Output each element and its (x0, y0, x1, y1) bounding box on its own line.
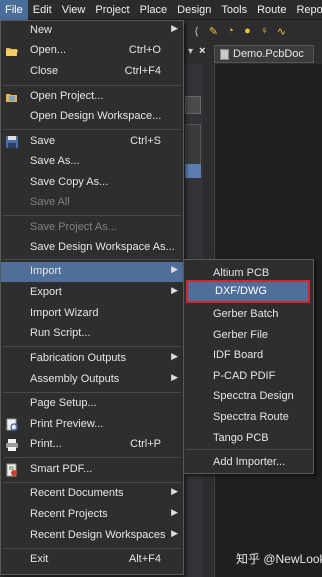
menu-item-save-design-workspace-as[interactable]: Save Design Workspace As... (1, 238, 183, 258)
menu-divider (3, 346, 181, 347)
pin-tool-icon[interactable]: ● (241, 25, 254, 38)
panel-list (185, 124, 201, 168)
menu-item-page-setup[interactable]: Page Setup... (1, 394, 183, 414)
compass-icon[interactable]: ◔ (224, 25, 237, 38)
menu-bar: File Edit View Project Place Design Tool… (0, 0, 322, 20)
menu-item-import-wizard[interactable]: Import Wizard (1, 304, 183, 324)
menu-item-print[interactable]: Print... Ctrl+P (1, 435, 183, 455)
submenu-item-tango-pcb[interactable]: Tango PCB (184, 428, 313, 448)
menu-item-assembly-outputs[interactable]: Assembly Outputs ▶ (1, 370, 183, 390)
submenu-item-gerber-batch[interactable]: Gerber Batch (184, 304, 313, 324)
panel-control[interactable] (185, 96, 201, 114)
menu-route[interactable]: Route (252, 0, 291, 20)
menu-item-import[interactable]: Import ▶ (1, 262, 183, 282)
menu-divider (3, 215, 181, 216)
menu-item-open[interactable]: Open... Ctrl+O (1, 41, 183, 61)
menu-item-fabrication-outputs[interactable]: Fabrication Outputs ▶ (1, 349, 183, 369)
menu-item-new[interactable]: New ▶ (1, 21, 183, 41)
toolbar: ⟨ ✎ ◔ ● ♀ ∿ (190, 22, 322, 40)
menu-tools[interactable]: Tools (216, 0, 252, 20)
menu-reports[interactable]: Repo (291, 0, 322, 20)
menu-item-recent-documents[interactable]: Recent Documents ▶ (1, 484, 183, 504)
menu-view[interactable]: View (57, 0, 91, 20)
submenu-arrow-icon: ▶ (171, 23, 178, 33)
menu-divider (186, 449, 311, 450)
menu-item-export[interactable]: Export ▶ (1, 283, 183, 303)
import-submenu: Altium PCB DXF/DWG Gerber Batch Gerber F… (183, 259, 314, 474)
menu-divider (3, 457, 181, 458)
menu-item-save-project-as: Save Project As... (30, 221, 117, 233)
smart-pdf-icon (6, 463, 17, 477)
menu-place[interactable]: Place (135, 0, 173, 20)
submenu-item-add-importer[interactable]: Add Importer... (184, 452, 313, 472)
menu-item-recent-design-workspaces[interactable]: Recent Design Workspaces ▶ (1, 526, 183, 546)
menu-divider (3, 482, 181, 483)
save-disk-icon (6, 136, 18, 148)
route-icon[interactable]: ∿ (275, 25, 288, 38)
submenu-arrow-icon: ▶ (171, 372, 178, 382)
printer-icon (6, 439, 18, 451)
submenu-item-gerber-file[interactable]: Gerber File (184, 325, 313, 345)
pcb-document-icon (220, 48, 229, 60)
submenu-item-specctra-design[interactable]: Specctra Design (184, 386, 313, 406)
open-project-icon (6, 94, 17, 102)
menu-item-run-script[interactable]: Run Script... (1, 324, 183, 344)
menu-divider (3, 85, 181, 86)
menu-divider (3, 548, 181, 549)
submenu-arrow-icon: ▶ (171, 486, 178, 496)
tab-demo-pcbdoc[interactable]: Demo.PcbDoc (214, 45, 314, 63)
tab-label: Demo.PcbDoc (233, 48, 304, 60)
close-icon[interactable]: × (199, 45, 205, 57)
menu-item-recent-projects[interactable]: Recent Projects ▶ (1, 505, 183, 525)
submenu-item-idf-board[interactable]: IDF Board (184, 345, 313, 365)
menu-item-open-design-workspace[interactable]: Open Design Workspace... (1, 107, 183, 127)
menu-item-save-copy-as[interactable]: Save Copy As... (1, 173, 183, 193)
menu-project[interactable]: Project (90, 0, 134, 20)
submenu-item-dxf-dwg[interactable]: DXF/DWG (186, 280, 310, 303)
print-preview-icon (6, 418, 18, 431)
submenu-arrow-icon: ▶ (171, 264, 178, 274)
menu-item-close[interactable]: Close Ctrl+F4 (1, 62, 183, 82)
menu-divider (3, 129, 181, 130)
menu-edit[interactable]: Edit (28, 0, 57, 20)
menu-design[interactable]: Design (172, 0, 216, 20)
menu-item-exit[interactable]: Exit Alt+F4 (1, 550, 183, 570)
menu-item-save-as[interactable]: Save As... (1, 152, 183, 172)
submenu-arrow-icon: ▶ (171, 528, 178, 538)
pencil-icon[interactable]: ✎ (207, 25, 220, 38)
submenu-arrow-icon: ▶ (171, 285, 178, 295)
menu-divider (3, 259, 181, 260)
submenu-item-pcad-pdif[interactable]: P-CAD PDIF (184, 366, 313, 386)
bracket-icon[interactable]: ⟨ (190, 25, 203, 38)
key-icon[interactable]: ♀ (258, 25, 271, 38)
panel-selection[interactable] (185, 164, 201, 178)
submenu-arrow-icon: ▶ (171, 351, 178, 361)
pin-icon[interactable]: ▾ (188, 46, 193, 57)
menu-item-smart-pdf[interactable]: Smart PDF... (1, 460, 183, 480)
menu-item-open-project[interactable]: Open Project... (1, 87, 183, 107)
menu-file[interactable]: File (0, 0, 28, 20)
submenu-arrow-icon: ▶ (171, 507, 178, 517)
menu-item-save[interactable]: Save Ctrl+S (1, 132, 183, 152)
menu-item-print-preview[interactable]: Print Preview... (1, 415, 183, 435)
menu-item-save-all: Save All (30, 196, 70, 208)
file-menu: New ▶ Open... Ctrl+O Close Ctrl+F4 Open … (0, 20, 184, 575)
submenu-item-specctra-route[interactable]: Specctra Route (184, 407, 313, 427)
watermark: 知乎 @NewLook (236, 552, 322, 566)
menu-divider (3, 392, 181, 393)
open-folder-icon (6, 48, 18, 56)
